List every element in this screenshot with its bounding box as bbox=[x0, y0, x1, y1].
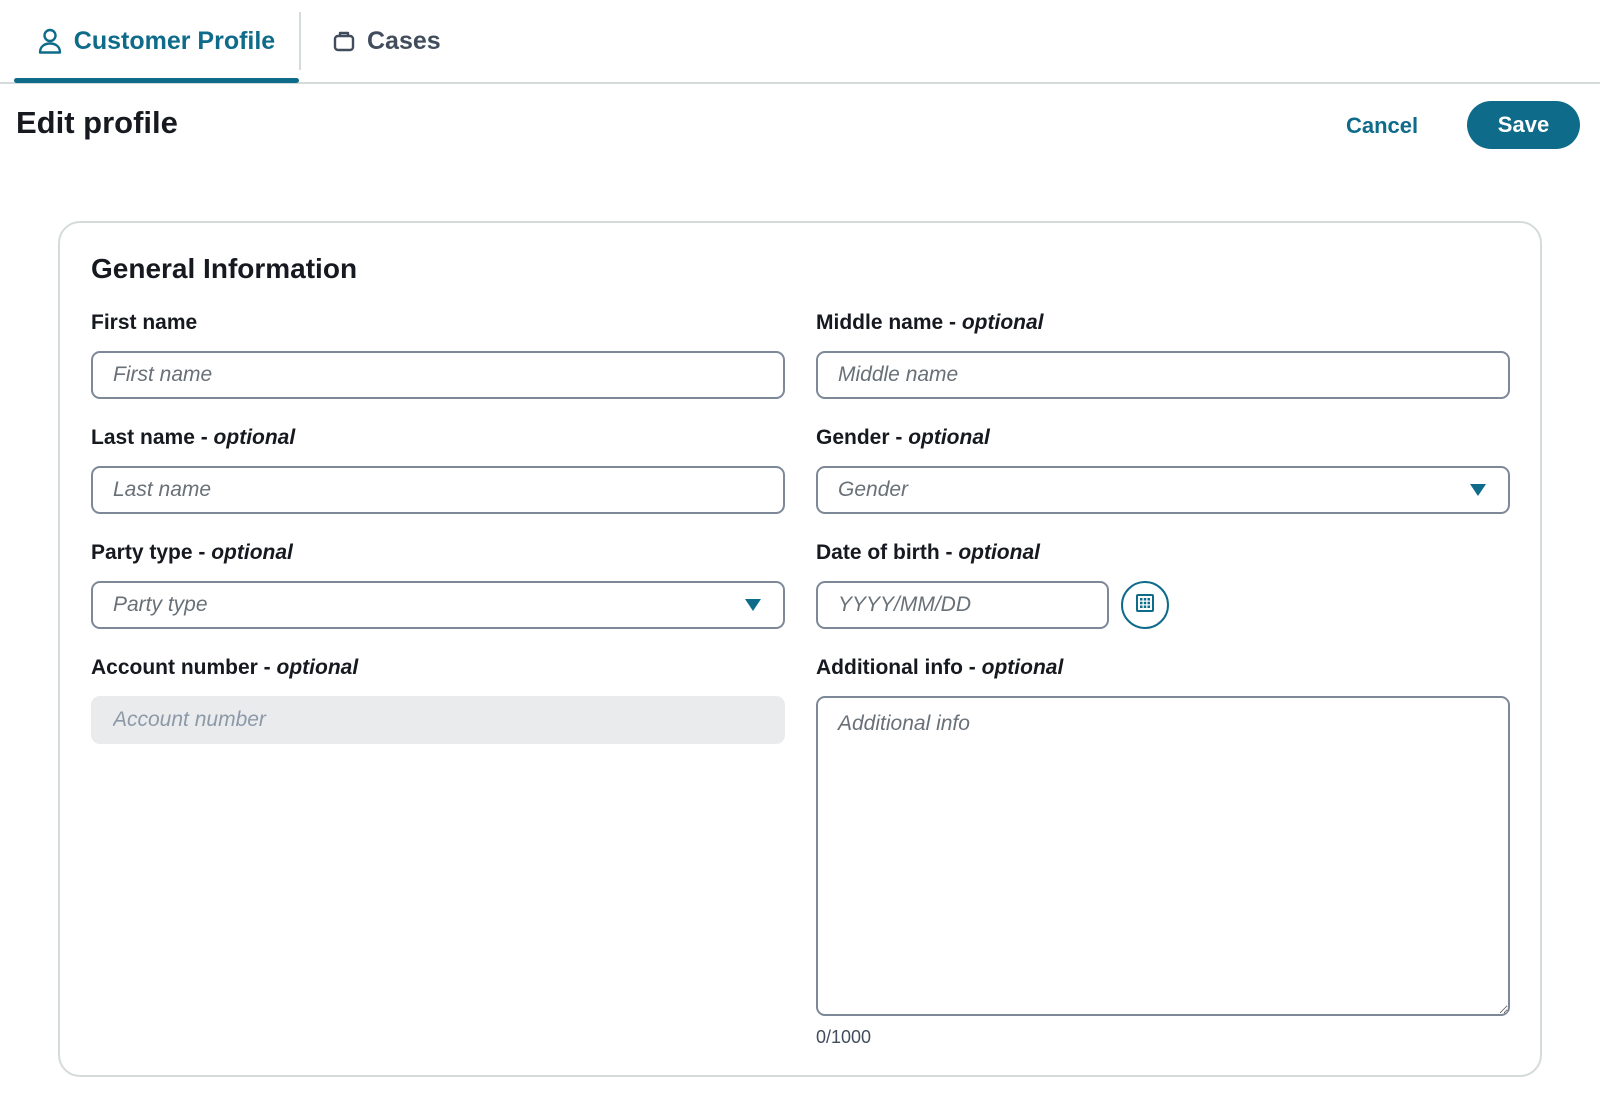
general-information-card: General Information First name Middle na… bbox=[58, 221, 1542, 1077]
briefcase-icon bbox=[333, 30, 355, 52]
optional-tag: optional bbox=[958, 541, 1040, 564]
last-name-input[interactable] bbox=[91, 466, 785, 514]
gender-label: Gender - optional bbox=[816, 426, 990, 450]
gender-select[interactable]: Gender bbox=[816, 466, 1510, 514]
optional-tag: optional bbox=[213, 426, 296, 449]
first-name-label: First name bbox=[91, 311, 197, 335]
caret-down-icon bbox=[1470, 484, 1486, 496]
middle-name-input[interactable] bbox=[816, 351, 1510, 399]
last-name-label: Last name - optional bbox=[91, 426, 295, 450]
tab-cases[interactable]: Cases bbox=[333, 0, 441, 82]
tab-divider bbox=[299, 12, 301, 70]
account-number-input bbox=[91, 696, 785, 744]
account-number-label-text: Account number - bbox=[91, 656, 277, 679]
date-of-birth-label: Date of birth - optional bbox=[816, 541, 1040, 565]
last-name-label-text: Last name - bbox=[91, 426, 214, 449]
calendar-icon bbox=[1135, 593, 1155, 618]
additional-info-label: Additional info - optional bbox=[816, 656, 1063, 680]
optional-tag: optional bbox=[981, 656, 1064, 679]
optional-tag: optional bbox=[276, 656, 359, 679]
middle-name-label-text: Middle name - bbox=[816, 311, 962, 334]
optional-tag: optional bbox=[961, 311, 1044, 334]
gender-label-text: Gender - bbox=[816, 426, 909, 449]
account-number-label: Account number - optional bbox=[91, 656, 358, 680]
tab-customer-profile[interactable]: Customer Profile bbox=[14, 0, 299, 83]
tab-customer-profile-label: Customer Profile bbox=[73, 26, 276, 55]
optional-tag: optional bbox=[908, 426, 990, 449]
cancel-button[interactable]: Cancel bbox=[1336, 104, 1428, 148]
additional-info-label-text: Additional info - bbox=[816, 656, 982, 679]
user-icon bbox=[38, 28, 62, 54]
party-type-label-text: Party type - bbox=[91, 541, 212, 564]
first-name-label-text: First name bbox=[91, 311, 198, 334]
page-title: Edit profile bbox=[16, 105, 178, 140]
party-type-select[interactable]: Party type bbox=[91, 581, 785, 629]
optional-tag: optional bbox=[211, 541, 293, 564]
party-type-select-placeholder: Party type bbox=[113, 593, 208, 616]
party-type-label: Party type - optional bbox=[91, 541, 293, 565]
open-calendar-button[interactable] bbox=[1121, 581, 1169, 629]
date-of-birth-input[interactable] bbox=[816, 581, 1109, 629]
first-name-input[interactable] bbox=[91, 351, 785, 399]
section-title: General Information bbox=[91, 253, 358, 284]
additional-info-textarea[interactable] bbox=[816, 696, 1510, 1016]
character-counter: 0/1000 bbox=[816, 1027, 872, 1047]
date-of-birth-label-text: Date of birth - bbox=[816, 541, 959, 564]
active-tab-indicator bbox=[14, 78, 299, 83]
middle-name-label: Middle name - optional bbox=[816, 311, 1044, 335]
save-button[interactable]: Save bbox=[1467, 101, 1580, 149]
tab-bar: Customer Profile Cases bbox=[0, 0, 1600, 84]
gender-select-placeholder: Gender bbox=[838, 478, 909, 501]
caret-down-icon bbox=[745, 599, 761, 611]
tab-cases-label: Cases bbox=[367, 26, 441, 55]
